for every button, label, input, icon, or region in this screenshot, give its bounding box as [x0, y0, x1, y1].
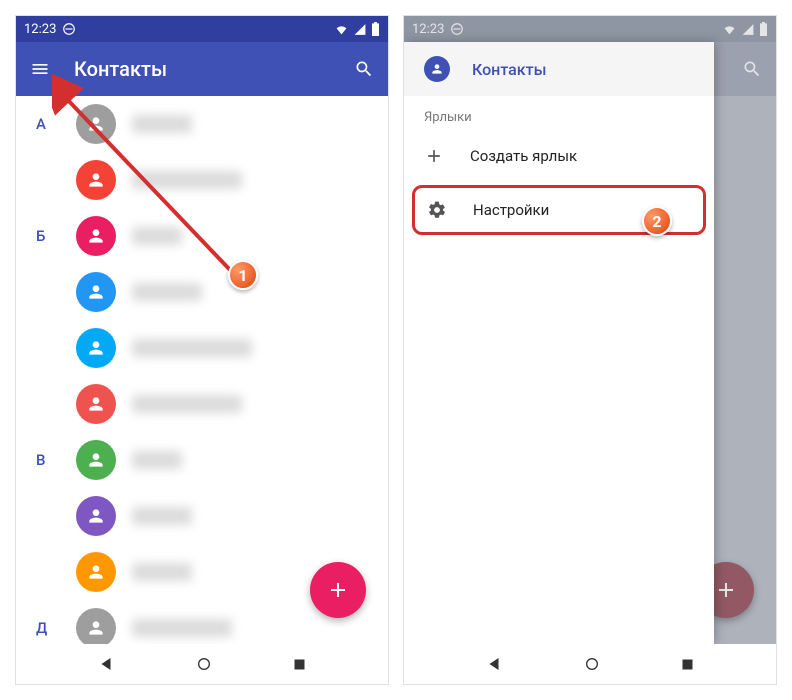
contact-name-blurred	[132, 339, 252, 357]
wifi-icon	[722, 23, 737, 36]
contact-avatar	[76, 608, 116, 646]
drawer-item-text: Создать ярлык	[470, 147, 577, 165]
contact-name-blurred	[132, 451, 182, 469]
drawer-item-text: Настройки	[473, 201, 549, 219]
drawer-title: Контакты	[472, 60, 546, 79]
contact-row[interactable]: Б	[16, 208, 388, 264]
contact-avatar	[76, 160, 116, 200]
section-letter: В	[36, 451, 76, 469]
contact-avatar	[76, 216, 116, 256]
contact-row[interactable]	[16, 264, 388, 320]
recents-icon[interactable]	[680, 657, 695, 672]
contact-name-blurred	[132, 395, 242, 413]
section-letter: Д	[36, 619, 76, 637]
plus-icon	[424, 146, 444, 166]
section-letter: А	[36, 115, 76, 133]
contact-avatar	[76, 328, 116, 368]
callout-badge-2: 2	[642, 206, 672, 236]
signal-icon	[353, 23, 367, 36]
contact-name-blurred	[132, 227, 182, 245]
contact-row[interactable]	[16, 488, 388, 544]
search-icon	[742, 59, 762, 79]
status-time: 12:23	[24, 22, 56, 37]
section-letter: Б	[36, 227, 76, 245]
contact-row[interactable]	[16, 152, 388, 208]
drawer-item-create-label[interactable]: Создать ярлык	[404, 131, 714, 181]
contact-avatar	[76, 440, 116, 480]
contact-name-blurred	[132, 115, 192, 133]
home-icon[interactable]	[584, 656, 600, 672]
contact-row[interactable]: В	[16, 432, 388, 488]
contact-avatar	[76, 496, 116, 536]
phone-screenshot-left: 12:23 Контакты А Б	[15, 15, 389, 685]
drawer-header[interactable]: Контакты	[404, 42, 714, 96]
status-bar: 12:23	[16, 16, 388, 42]
status-bar: 12:23	[404, 16, 776, 42]
contact-avatar	[76, 384, 116, 424]
contact-name-blurred	[132, 507, 192, 525]
signal-icon	[741, 23, 755, 36]
contact-name-blurred	[132, 171, 242, 189]
header-title: Контакты	[74, 57, 330, 81]
android-nav-bar	[16, 644, 388, 684]
callout-badge-1: 1	[228, 260, 258, 290]
contact-name-blurred	[132, 563, 192, 581]
contact-row[interactable]	[16, 376, 388, 432]
contact-name-blurred	[132, 619, 232, 637]
contact-avatar	[76, 104, 116, 144]
contact-avatar	[76, 552, 116, 592]
status-time: 12:23	[412, 22, 444, 37]
battery-icon	[371, 22, 380, 36]
wifi-icon	[334, 23, 349, 36]
plus-icon	[714, 578, 738, 602]
phone-screenshot-right: 12:23 Контакты Контакты Ярлыки Создать я…	[403, 15, 777, 685]
contact-avatar	[76, 272, 116, 312]
battery-icon	[759, 22, 768, 36]
contact-name-blurred	[132, 283, 202, 301]
app-header: Контакты	[16, 42, 388, 96]
plus-icon	[326, 578, 350, 602]
drawer-section-label: Ярлыки	[404, 96, 714, 131]
add-contact-fab[interactable]	[310, 562, 366, 618]
dnd-icon	[450, 22, 464, 36]
navigation-drawer: Контакты Ярлыки Создать ярлык Настройки	[404, 42, 714, 644]
back-icon[interactable]	[97, 655, 115, 673]
recents-icon[interactable]	[292, 657, 307, 672]
account-avatar-icon	[424, 56, 450, 82]
contact-row[interactable]	[16, 320, 388, 376]
back-icon[interactable]	[485, 655, 503, 673]
hamburger-menu-icon[interactable]	[30, 59, 50, 79]
android-nav-bar	[404, 644, 776, 684]
contact-row[interactable]: А	[16, 96, 388, 152]
home-icon[interactable]	[196, 656, 212, 672]
dnd-icon	[62, 22, 76, 36]
search-icon[interactable]	[354, 59, 374, 79]
gear-icon	[427, 200, 447, 220]
